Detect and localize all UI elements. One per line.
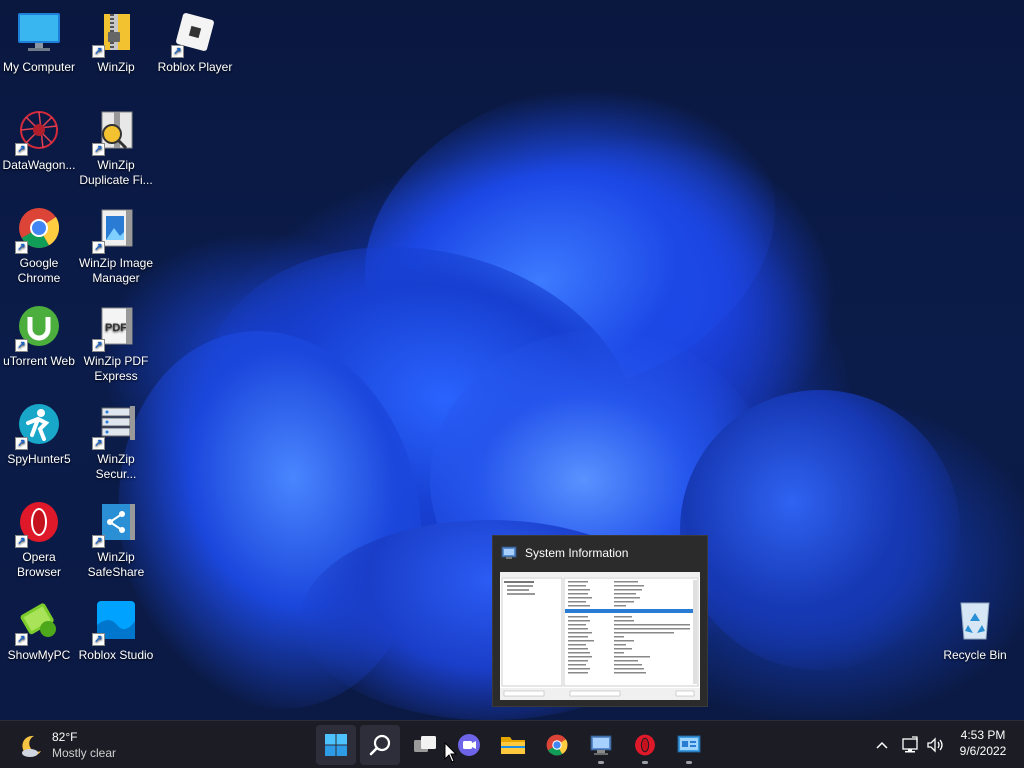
chrome-taskbar-button[interactable] bbox=[537, 725, 577, 765]
file-explorer-button[interactable] bbox=[493, 725, 533, 765]
icon-label: DataWagon... bbox=[2, 158, 76, 172]
network-button[interactable] bbox=[900, 735, 920, 755]
show-hidden-icons-button[interactable] bbox=[872, 735, 892, 755]
moon-weather-icon bbox=[22, 735, 41, 757]
icon-label: uTorrent Web bbox=[3, 354, 75, 368]
monitor-icon bbox=[18, 13, 60, 51]
desktop-icon-winzip[interactable]: ↗ WinZip bbox=[78, 8, 154, 75]
icon-label: WinZip SafeShare bbox=[87, 550, 145, 579]
opera-taskbar-button[interactable] bbox=[625, 725, 665, 765]
shortcut-arrow-icon: ↗ bbox=[92, 633, 105, 646]
clock-date: 9/6/2022 bbox=[959, 744, 1007, 758]
search-button[interactable] bbox=[360, 725, 400, 765]
desktop-icon-recycle-bin[interactable]: Recycle Bin bbox=[937, 596, 1013, 663]
svg-text:PDF: PDF bbox=[105, 322, 127, 334]
recycle-bin-icon bbox=[960, 602, 990, 640]
start-icon bbox=[325, 734, 347, 756]
icon-label: WinZip PDF Express bbox=[83, 354, 149, 383]
icon-label: SpyHunter5 bbox=[7, 452, 71, 466]
shortcut-arrow-icon: ↗ bbox=[15, 633, 28, 646]
icon-label: ShowMyPC bbox=[7, 648, 71, 662]
chevron-up-icon bbox=[876, 741, 888, 749]
search-icon bbox=[369, 734, 391, 756]
desktop-icon-utorrent-web[interactable]: ↗ uTorrent Web bbox=[1, 302, 77, 369]
icon-label: WinZip Image Manager bbox=[78, 256, 154, 285]
shortcut-arrow-icon: ↗ bbox=[15, 437, 28, 450]
control-panel-icon bbox=[677, 735, 701, 753]
desktop-icon-winzip-safeshare[interactable]: ↗ WinZip SafeShare bbox=[78, 498, 154, 580]
icon-label: WinZip bbox=[97, 60, 135, 74]
shortcut-arrow-icon: ↗ bbox=[92, 143, 105, 156]
shortcut-arrow-icon: ↗ bbox=[92, 437, 105, 450]
desktop-icon-datawagon[interactable]: ↗ DataWagon... bbox=[1, 106, 77, 173]
weather-temperature: 82°F bbox=[52, 730, 78, 744]
system-information-taskbar-button[interactable] bbox=[581, 725, 621, 765]
icon-label: WinZip Secur... bbox=[95, 452, 137, 481]
desktop[interactable]: My Computer ↗ WinZip ↗ Roblox Player ↗ D… bbox=[0, 0, 1024, 720]
taskbar: 82°F Mostly clear 4:53 PM 9/6/2022 bbox=[0, 720, 1024, 768]
clock[interactable]: 4:53 PM 9/6/2022 bbox=[950, 727, 1016, 763]
icon-label: Roblox Player bbox=[157, 60, 233, 74]
teams-chat-icon bbox=[458, 734, 480, 756]
shortcut-arrow-icon: ↗ bbox=[92, 535, 105, 548]
preview-thumbnail[interactable] bbox=[500, 572, 700, 700]
icon-label: Opera Browser bbox=[16, 550, 61, 579]
running-indicator bbox=[686, 761, 692, 764]
icon-label: My Computer bbox=[2, 60, 76, 74]
weather-condition: Mostly clear bbox=[52, 746, 117, 760]
desktop-icon-roblox-studio[interactable]: ↗ Roblox Studio bbox=[78, 596, 154, 663]
taskbar-thumbnail-preview[interactable]: System Information bbox=[492, 535, 708, 707]
icon-label: Recycle Bin bbox=[943, 648, 1007, 662]
icon-label: WinZip Duplicate Fi... bbox=[79, 158, 153, 187]
file-explorer-icon bbox=[501, 737, 525, 754]
shortcut-arrow-icon: ↗ bbox=[92, 339, 105, 352]
icon-label: Roblox Studio bbox=[78, 648, 154, 662]
task-view-button[interactable] bbox=[405, 725, 445, 765]
icon-label: Google Chrome bbox=[17, 256, 61, 285]
speaker-icon bbox=[927, 737, 943, 753]
desktop-icon-winzip-image-manager[interactable]: ↗ WinZip Image Manager bbox=[78, 204, 154, 286]
running-indicator bbox=[598, 761, 604, 764]
running-indicator bbox=[642, 761, 648, 764]
shortcut-arrow-icon: ↗ bbox=[15, 339, 28, 352]
desktop-icon-spyhunter[interactable]: ↗ SpyHunter5 bbox=[1, 400, 77, 467]
shortcut-arrow-icon: ↗ bbox=[15, 241, 28, 254]
desktop-icon-showmypc[interactable]: ↗ ShowMyPC bbox=[1, 596, 77, 663]
mouse-cursor-icon bbox=[444, 742, 458, 763]
network-icon bbox=[902, 736, 918, 753]
volume-button[interactable] bbox=[925, 735, 945, 755]
clock-time: 4:53 PM bbox=[960, 728, 1006, 742]
shortcut-arrow-icon: ↗ bbox=[171, 45, 184, 58]
weather-widget[interactable]: 82°F Mostly clear bbox=[14, 727, 124, 763]
desktop-icon-winzip-pdf-express[interactable]: PDF ↗ WinZip PDF Express bbox=[78, 302, 154, 384]
system-information-icon bbox=[590, 735, 612, 755]
desktop-icon-winzip-duplicate[interactable]: ↗ WinZip Duplicate Fi... bbox=[78, 106, 154, 188]
task-view-icon bbox=[414, 736, 436, 752]
opera-icon bbox=[635, 734, 655, 756]
preview-title: System Information bbox=[525, 546, 629, 560]
start-button[interactable] bbox=[316, 725, 356, 765]
shortcut-arrow-icon: ↗ bbox=[15, 143, 28, 156]
shortcut-arrow-icon: ↗ bbox=[92, 45, 105, 58]
desktop-icon-opera-browser[interactable]: ↗ Opera Browser bbox=[1, 498, 77, 580]
desktop-icon-google-chrome[interactable]: ↗ Google Chrome bbox=[1, 204, 77, 286]
system-information-icon bbox=[501, 546, 517, 559]
desktop-icon-roblox-player[interactable]: ↗ Roblox Player bbox=[157, 8, 233, 75]
desktop-icon-my-computer[interactable]: My Computer bbox=[1, 8, 77, 75]
chrome-icon bbox=[546, 734, 568, 756]
control-panel-taskbar-button[interactable] bbox=[669, 725, 709, 765]
desktop-icon-winzip-secure[interactable]: ↗ WinZip Secur... bbox=[78, 400, 154, 482]
shortcut-arrow-icon: ↗ bbox=[15, 535, 28, 548]
system-information-window-thumbnail bbox=[500, 572, 700, 700]
shortcut-arrow-icon: ↗ bbox=[92, 241, 105, 254]
